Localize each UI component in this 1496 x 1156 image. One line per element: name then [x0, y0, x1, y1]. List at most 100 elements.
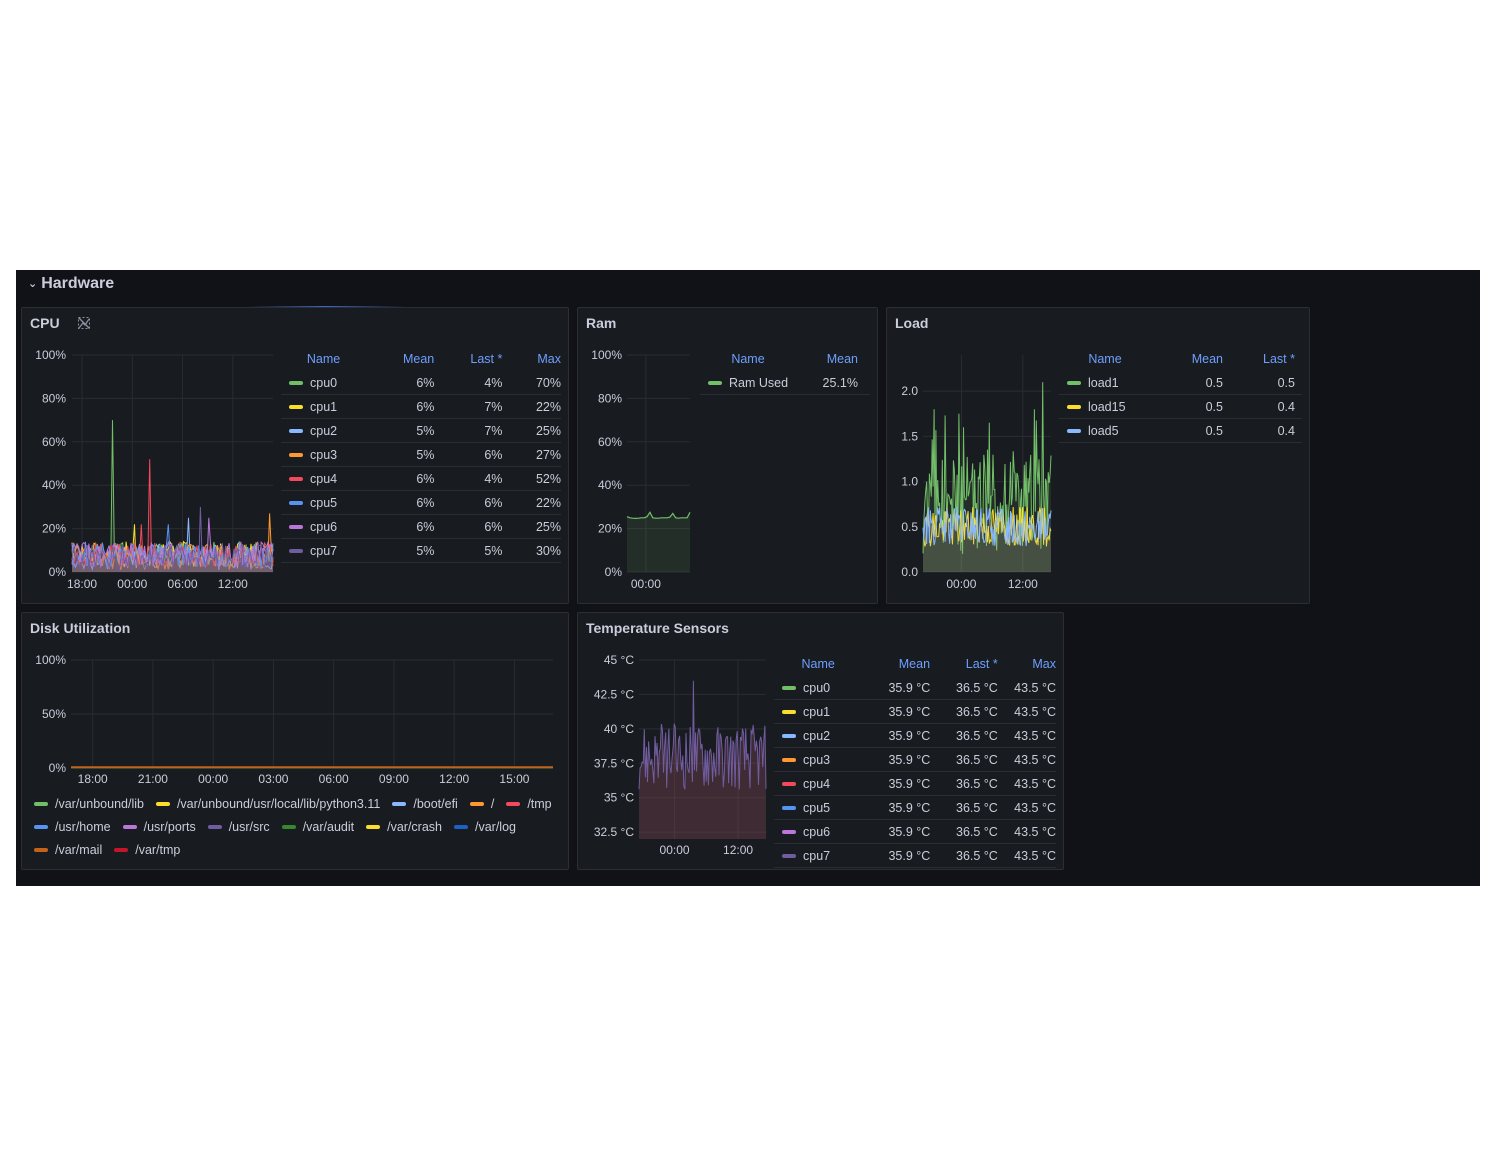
legend-header-max[interactable]: Max: [998, 657, 1056, 671]
legend-header-name[interactable]: Name: [774, 657, 862, 671]
legend-series-name: cpu2: [774, 729, 863, 743]
legend-header-name[interactable]: Name: [700, 352, 796, 366]
legend-item[interactable]: /tmp: [506, 795, 552, 812]
ram-panel[interactable]: Ram 0% 20% 40% 60% 80% 100% 00:00 Name Mean Ram …: [577, 307, 878, 604]
legend-value-mean: 6%: [416, 399, 435, 414]
legend-header-mean[interactable]: Mean: [862, 657, 930, 671]
legend-header-mean[interactable]: Mean: [796, 352, 858, 366]
series-color-swatch: [289, 476, 303, 481]
legend-row[interactable]: cpu5 6% 6% 22%: [281, 491, 561, 515]
series-color-swatch: [289, 380, 303, 385]
legend-item[interactable]: /var/unbound/lib: [34, 795, 144, 812]
cpu-chart[interactable]: 0% 20% 40% 60% 80% 100% 18:00 00:00 06:00 12:00: [22, 308, 292, 605]
legend-series-name: load15: [1059, 400, 1151, 414]
disk-chart[interactable]: 0% 50% 100% 18:00 21:00 00:00 03:00 06:00 09:00 1…: [22, 613, 570, 793]
temperature-sensors-panel[interactable]: Temperature Sensors 32.5 °C 35 °C 37.5 °C 4…: [577, 612, 1064, 870]
series-color-swatch: [34, 824, 48, 829]
legend-row[interactable]: load5 0.5 0.4: [1059, 419, 1302, 443]
legend-item[interactable]: /var/unbound/usr/local/lib/python3.11: [155, 795, 380, 812]
legend-value-last: 6%: [484, 495, 503, 510]
legend-header-name[interactable]: Name: [281, 352, 366, 366]
x-tick-label: 00:00: [198, 772, 228, 786]
x-tick-label: 00:00: [660, 843, 690, 857]
legend-item[interactable]: /var/log: [454, 818, 516, 835]
legend-value-max: 43.5 °C: [1014, 776, 1056, 791]
legend-row[interactable]: cpu7 35.9 °C 36.5 °C 43.5 °C: [774, 844, 1056, 868]
y-tick-label: 32.5 °C: [594, 825, 634, 839]
legend-row[interactable]: cpu2 5% 7% 25%: [281, 419, 561, 443]
legend-header-name[interactable]: Name: [1059, 352, 1151, 366]
ram-chart[interactable]: 0% 20% 40% 60% 80% 100% 00:00: [578, 308, 698, 605]
legend-item[interactable]: /var/audit: [281, 818, 354, 835]
legend-value-max: 43.5 °C: [1014, 800, 1056, 815]
legend-header-last[interactable]: Last *: [434, 352, 502, 366]
legend-row[interactable]: load15 0.5 0.4: [1059, 395, 1302, 419]
legend-row[interactable]: load1 0.5 0.5: [1059, 371, 1302, 395]
disk-utilization-panel[interactable]: Disk Utilization 0% 50% 100% 18:00 21:00 00:0…: [21, 612, 569, 870]
x-tick-label: 00:00: [631, 577, 661, 591]
series-color-swatch: [782, 733, 796, 738]
series-color-swatch: [281, 824, 296, 829]
legend-item[interactable]: /usr/ports: [122, 818, 196, 835]
legend-header-mean[interactable]: Mean: [1151, 352, 1223, 366]
legend-header-max[interactable]: Max: [502, 352, 561, 366]
series-label: cpu1: [310, 399, 338, 414]
series-label: cpu3: [803, 752, 831, 767]
legend-row[interactable]: cpu3 35.9 °C 36.5 °C 43.5 °C: [774, 748, 1056, 772]
cpu-panel[interactable]: CPU 0% 20% 40% 60% 80% 100% 18:00 00:00 06:00 12:…: [21, 307, 569, 604]
temperature-chart[interactable]: 32.5 °C 35 °C 37.5 °C 40 °C 42.5 °C 45 °C 00:0…: [578, 613, 773, 871]
legend-value-last: 6%: [484, 447, 503, 462]
legend-row[interactable]: cpu7 5% 5% 30%: [281, 539, 561, 563]
legend-item[interactable]: /: [469, 795, 495, 812]
legend-item[interactable]: /usr/src: [207, 818, 270, 835]
series-color-swatch: [782, 853, 796, 858]
series-label: load15: [1088, 399, 1126, 414]
legend-row[interactable]: cpu0 35.9 °C 36.5 °C 43.5 °C: [774, 676, 1056, 700]
legend-series-name: cpu6: [774, 825, 863, 839]
x-tick-label: 18:00: [78, 772, 108, 786]
legend-value-mean: 35.9 °C: [888, 800, 931, 815]
x-tick-label: 12:00: [218, 577, 248, 591]
x-tick-label: 21:00: [138, 772, 168, 786]
load-chart[interactable]: 0.0 0.5 1.0 1.5 2.0 00:00 12:00: [887, 308, 1059, 605]
series-color-swatch: [114, 847, 129, 852]
legend-value-last: 5%: [484, 543, 503, 558]
series-color-swatch: [782, 781, 796, 786]
legend-row[interactable]: cpu1 6% 7% 22%: [281, 395, 561, 419]
legend-item[interactable]: /var/crash: [366, 818, 442, 835]
legend-row[interactable]: cpu2 35.9 °C 36.5 °C 43.5 °C: [774, 724, 1056, 748]
legend-header-last[interactable]: Last *: [1223, 352, 1295, 366]
legend-value-mean: 35.9 °C: [888, 824, 931, 839]
legend-value-mean: 35.9 °C: [888, 848, 931, 863]
legend-item[interactable]: /var/mail: [34, 841, 102, 858]
legend-header-last[interactable]: Last *: [930, 657, 998, 671]
legend-value-last: 7%: [484, 423, 503, 438]
legend-row[interactable]: cpu3 5% 6% 27%: [281, 443, 561, 467]
row-header-hardware[interactable]: ⌄ Hardware: [28, 275, 114, 293]
legend-row[interactable]: cpu5 35.9 °C 36.5 °C 43.5 °C: [774, 796, 1056, 820]
legend-header-row: Name Mean: [700, 347, 870, 371]
legend-item[interactable]: /usr/home: [34, 818, 111, 835]
series-color-swatch: [289, 452, 303, 457]
legend-item[interactable]: /var/tmp: [114, 841, 180, 858]
series-label: /: [490, 796, 495, 811]
legend-row[interactable]: cpu0 6% 4% 70%: [281, 371, 561, 395]
legend-value-mean: 35.9 °C: [888, 776, 931, 791]
y-tick-label: 1.5: [901, 429, 918, 443]
legend-value-max: 52%: [535, 471, 561, 486]
legend-row[interactable]: cpu6 6% 6% 25%: [281, 515, 561, 539]
legend-value-mean: 0.5: [1205, 399, 1223, 414]
legend-value-mean: 0.5: [1205, 375, 1223, 390]
legend-row[interactable]: cpu6 35.9 °C 36.5 °C 43.5 °C: [774, 820, 1056, 844]
legend-header-mean[interactable]: Mean: [366, 352, 434, 366]
legend-item[interactable]: /boot/efi: [392, 795, 458, 812]
legend-row[interactable]: Ram Used 25.1%: [700, 371, 870, 395]
legend-row[interactable]: cpu1 35.9 °C 36.5 °C 43.5 °C: [774, 700, 1056, 724]
legend-row[interactable]: cpu4 6% 4% 52%: [281, 467, 561, 491]
legend-row[interactable]: cpu4 35.9 °C 36.5 °C 43.5 °C: [774, 772, 1056, 796]
series-label: cpu7: [310, 543, 338, 558]
legend-value-last: 36.5 °C: [956, 752, 998, 767]
y-tick-label: 80%: [598, 391, 622, 405]
load-panel[interactable]: Load 0.0 0.5 1.0 1.5 2.0 00:00 12:00 Name Mean L…: [886, 307, 1310, 604]
legend-value-last: 36.5 °C: [956, 848, 998, 863]
